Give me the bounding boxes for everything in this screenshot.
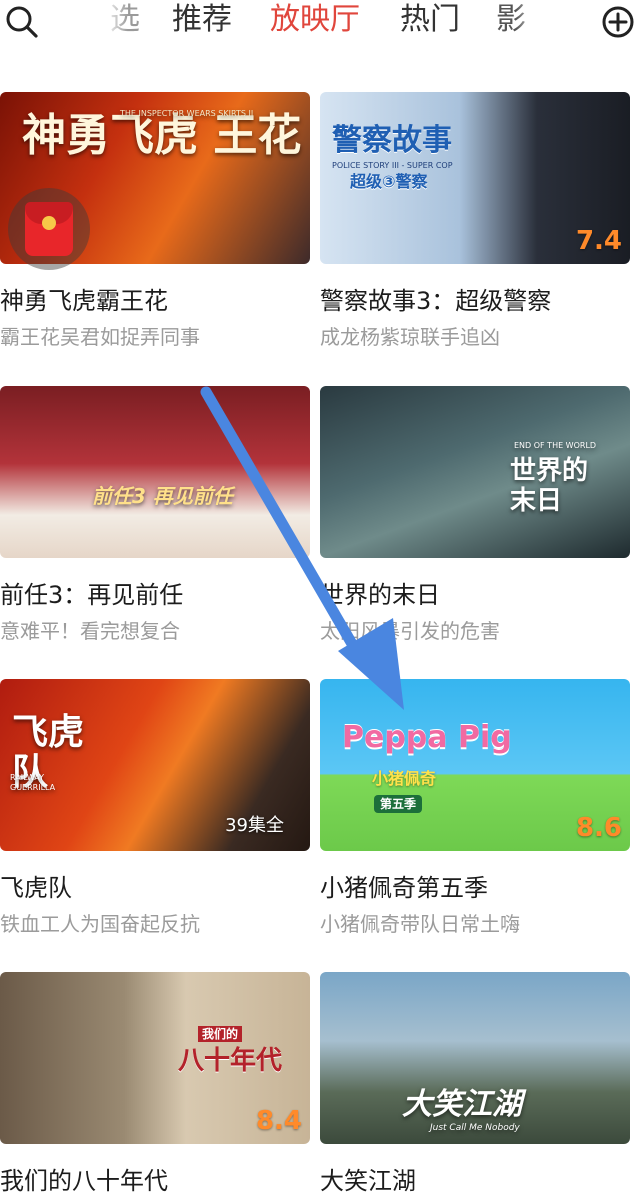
poster-season-label: 第五季 (374, 795, 423, 813)
poster-thumbnail[interactable]: 大笑江湖 Just Call Me Nobody (320, 972, 630, 1144)
card-title[interactable]: 世界的末日 (320, 580, 440, 610)
tab-recommend[interactable]: 推荐 (172, 2, 232, 38)
poster-thumbnail[interactable]: Peppa Pig 小猪佩奇 第五季 8.6 (320, 679, 630, 851)
tab-cinema[interactable]: 放映厅 (270, 2, 360, 38)
content-grid: 神勇飞虎 王花 THE INSPECTOR WEARS SKIRTS II 神勇… (0, 0, 640, 1203)
tabs-fade-right (516, 0, 540, 44)
red-envelope-icon (25, 202, 73, 256)
poster-thumbnail[interactable]: 我们的 八十年代 8.4 (0, 972, 310, 1144)
tab-hot[interactable]: 热门 (400, 2, 460, 38)
card-title[interactable]: 警察故事3：超级警察 (320, 286, 551, 316)
rating-score: 8.6 (575, 813, 622, 843)
card-subtitle: 小猪佩奇带队日常土嗨 (320, 912, 520, 936)
poster-caption: RAILWAY GUERRILLA (10, 773, 56, 792)
poster-title: 神勇飞虎 王花 (22, 110, 302, 161)
card-title[interactable]: 我们的八十年代 (0, 1166, 168, 1196)
poster-thumbnail[interactable]: 前任3 再见前任 (0, 386, 310, 558)
rating-score: 7.4 (575, 226, 622, 256)
plus-circle-icon (602, 6, 634, 38)
top-navigation-bar: 选 推荐 放映厅 热门 影 (0, 0, 640, 44)
card-title[interactable]: 小猪佩奇第五季 (320, 873, 488, 903)
coin-icon (42, 216, 56, 230)
card-title[interactable]: 神勇飞虎霸王花 (0, 286, 168, 316)
poster-thumbnail[interactable]: 警察故事 POLICE STORY III - SUPER COP 超级③警察 … (320, 92, 630, 264)
poster-thumbnail[interactable]: END OF THE WORLD 世界的 末日 (320, 386, 630, 558)
poster-caption: POLICE STORY III - SUPER COP (332, 161, 453, 170)
card-title[interactable]: 前任3：再见前任 (0, 580, 183, 610)
poster-subtitle: 超级③警察 (350, 172, 428, 191)
poster-title: 大笑江湖 (402, 1087, 522, 1122)
card-subtitle: 太阳风暴引发的危害 (320, 619, 500, 643)
poster-caption: THE INSPECTOR WEARS SKIRTS II (120, 109, 254, 118)
card-title[interactable]: 大笑江湖 (320, 1166, 416, 1196)
card-subtitle: 意难平！看完想复合 (0, 619, 180, 643)
card-subtitle: 霸王花吴君如捉弄同事 (0, 325, 200, 349)
add-button[interactable] (596, 0, 640, 44)
rating-score: 8.4 (255, 1106, 302, 1136)
poster-title: Peppa Pig (342, 720, 512, 755)
poster-title: 警察故事 (332, 123, 452, 158)
poster-caption: 我们的 (198, 1026, 243, 1042)
card-subtitle: 铁血工人为国奋起反抗 (0, 912, 200, 936)
poster-title: 八十年代 (178, 1046, 283, 1076)
poster-title: 前任3 再见前任 (92, 484, 233, 508)
poster-caption: END OF THE WORLD (514, 441, 597, 450)
channel-tabs: 选 推荐 放映厅 热门 影 (104, 0, 540, 44)
card-title[interactable]: 飞虎队 (0, 873, 72, 903)
search-button[interactable] (0, 0, 44, 44)
card-subtitle: 成龙杨紫琼联手追凶 (320, 325, 500, 349)
poster-caption: Just Call Me Nobody (430, 1123, 520, 1133)
tabs-fade-left (104, 0, 128, 44)
search-icon (6, 6, 38, 38)
poster-caption: 小猪佩奇 (372, 769, 437, 788)
poster-thumbnail[interactable]: 飞虎 队 RAILWAY GUERRILLA 39集全 (0, 679, 310, 851)
episode-count-badge: 39集全 (225, 815, 284, 836)
red-envelope-button[interactable] (8, 188, 90, 270)
poster-title: 世界的 末日 (510, 456, 589, 516)
